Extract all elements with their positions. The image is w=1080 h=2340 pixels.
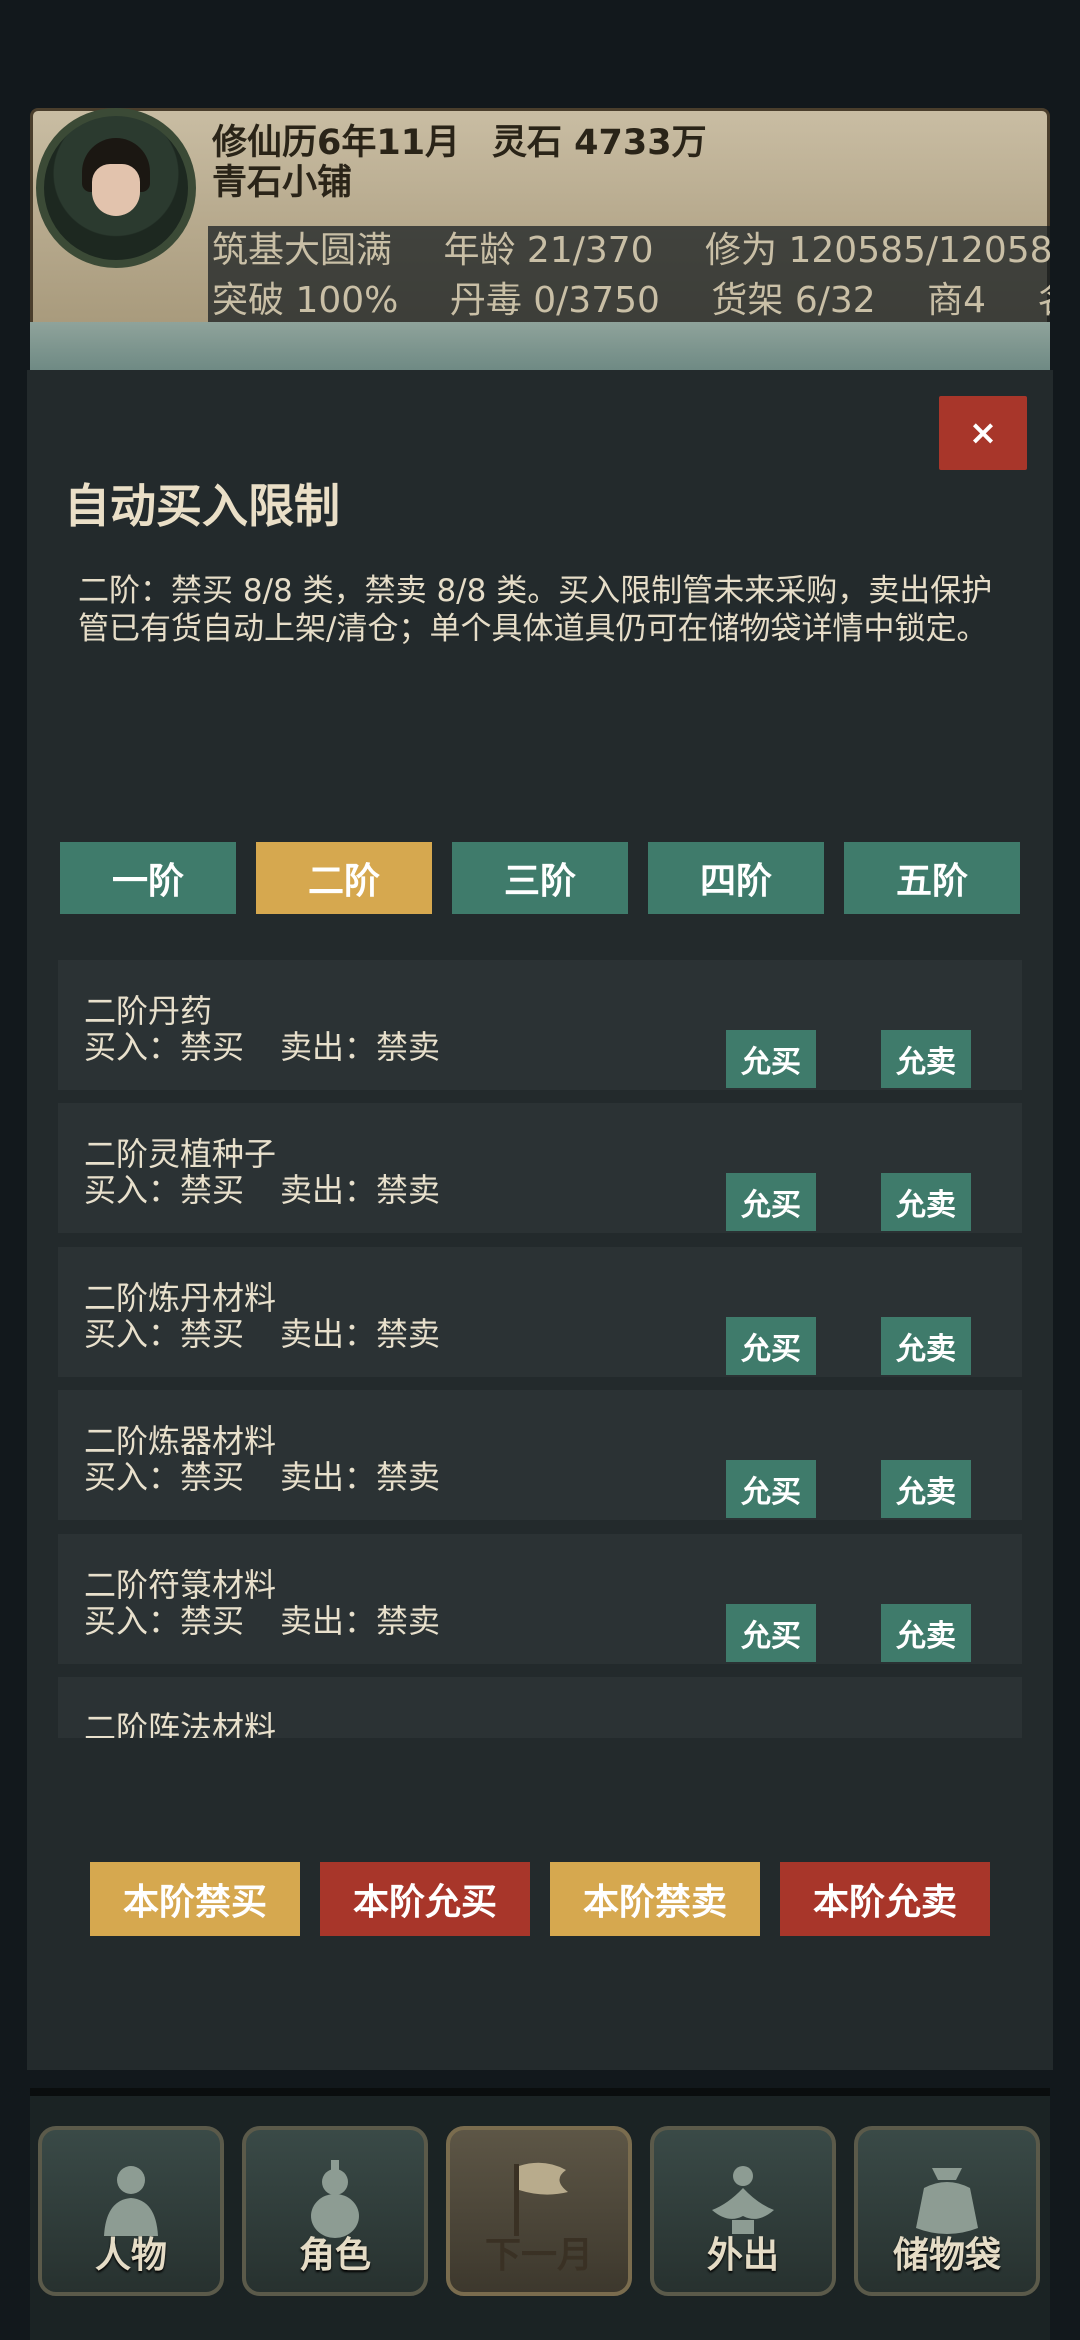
stats-row-2: 突破 100% 丹毒 0/3750 货架 6/32 商4 名望 (208, 276, 1050, 326)
list-item: 二阶灵植种子 买入：禁买 卖出：禁卖 允买 允卖 (58, 1103, 1022, 1233)
nav-next-month-button[interactable]: 下一月 (446, 2126, 632, 2296)
nav-label: 外出 (706, 2235, 779, 2276)
tier-tab-3[interactable]: 三阶 (452, 842, 628, 914)
allow-sell-button[interactable]: 允卖 (881, 1604, 971, 1662)
list-item: 二阶炼器材料 买入：禁买 卖出：禁卖 允买 允卖 (58, 1390, 1022, 1520)
avatar-face (92, 164, 140, 216)
category-status: 买入：禁买 卖出：禁卖 (84, 1171, 441, 1209)
reputation-stat: 名望 (1038, 280, 1051, 321)
allow-buy-button[interactable]: 允买 (726, 1030, 816, 1088)
stats-row-1: 筑基大圆满 年龄 21/370 修为 120585/120585 (208, 226, 1050, 276)
shop-name: 青石小铺 (212, 163, 353, 203)
category-name: 二阶阵法材料 (84, 1709, 277, 1738)
nav-label: 角色 (298, 2235, 371, 2276)
nav-divider (30, 2088, 1050, 2096)
allow-buy-button[interactable]: 允买 (726, 1173, 816, 1231)
cultivation-stat: 修为 120585/120585 (705, 230, 1050, 271)
allow-sell-button[interactable]: 允卖 (881, 1030, 971, 1088)
shelf-stat: 货架 6/32 (711, 280, 876, 321)
spirit-stone-count: 灵石 4733万 (492, 123, 707, 163)
close-button[interactable]: × (939, 396, 1027, 470)
tier-ban-buy-button[interactable]: 本阶禁买 (90, 1862, 300, 1936)
nav-label: 储物袋 (892, 2235, 1001, 2276)
dialog-description: 二阶：禁买 8/8 类，禁卖 8/8 类。买入限制管未来采购，卖出保护管已有货自… (78, 573, 993, 647)
tier-allow-sell-button[interactable]: 本阶允卖 (780, 1862, 990, 1936)
tier-allow-buy-button[interactable]: 本阶允买 (320, 1862, 530, 1936)
nav-storage-bag-button[interactable]: 储物袋 (854, 2126, 1040, 2296)
category-status: 买入：禁买 卖出：禁卖 (84, 1315, 441, 1353)
nav-label: 下一月 (484, 2235, 593, 2276)
nav-go-out-button[interactable]: 外出 (650, 2126, 836, 2296)
player-avatar[interactable] (36, 108, 196, 268)
allow-buy-button[interactable]: 允买 (726, 1460, 816, 1518)
allow-buy-button[interactable]: 允买 (726, 1317, 816, 1375)
tier-tab-2[interactable]: 二阶 (256, 842, 432, 914)
tier-ban-sell-button[interactable]: 本阶禁卖 (550, 1862, 760, 1936)
allow-sell-button[interactable]: 允卖 (881, 1460, 971, 1518)
list-item: 二阶阵法材料 (58, 1677, 1022, 1738)
list-item: 二阶丹药 买入：禁买 卖出：禁卖 允买 允卖 (58, 960, 1022, 1090)
merchant-level-stat: 商4 (927, 280, 987, 321)
pill-toxicity-stat: 丹毒 0/3750 (449, 280, 660, 321)
age-stat: 年龄 21/370 (443, 230, 654, 271)
allow-sell-button[interactable]: 允卖 (881, 1173, 971, 1231)
breakthrough-stat: 突破 100% (212, 280, 399, 321)
tier-tab-5[interactable]: 五阶 (844, 842, 1020, 914)
allow-sell-button[interactable]: 允卖 (881, 1317, 971, 1375)
list-item: 二阶炼丹材料 买入：禁买 卖出：禁卖 允买 允卖 (58, 1247, 1022, 1377)
category-list[interactable]: 二阶丹药 买入：禁买 卖出：禁卖 允买 允卖 二阶灵植种子 买入：禁买 卖出：禁卖 … (58, 960, 1022, 1738)
category-status: 买入：禁买 卖出：禁卖 (84, 1028, 441, 1066)
tier-tab-1[interactable]: 一阶 (60, 842, 236, 914)
category-status: 买入：禁买 卖出：禁卖 (84, 1458, 441, 1496)
list-item: 二阶符箓材料 买入：禁买 卖出：禁卖 允买 允卖 (58, 1534, 1022, 1664)
allow-buy-button[interactable]: 允买 (726, 1604, 816, 1662)
nav-label: 人物 (94, 2235, 167, 2276)
realm-stat: 筑基大圆满 (212, 230, 393, 271)
category-status: 买入：禁买 卖出：禁卖 (84, 1602, 441, 1640)
tier-tab-4[interactable]: 四阶 (648, 842, 824, 914)
header-scenery-strip (30, 322, 1050, 370)
nav-role-button[interactable]: 角色 (242, 2126, 428, 2296)
nav-character-button[interactable]: 人物 (38, 2126, 224, 2296)
dialog-title: 自动买入限制 (64, 479, 340, 533)
